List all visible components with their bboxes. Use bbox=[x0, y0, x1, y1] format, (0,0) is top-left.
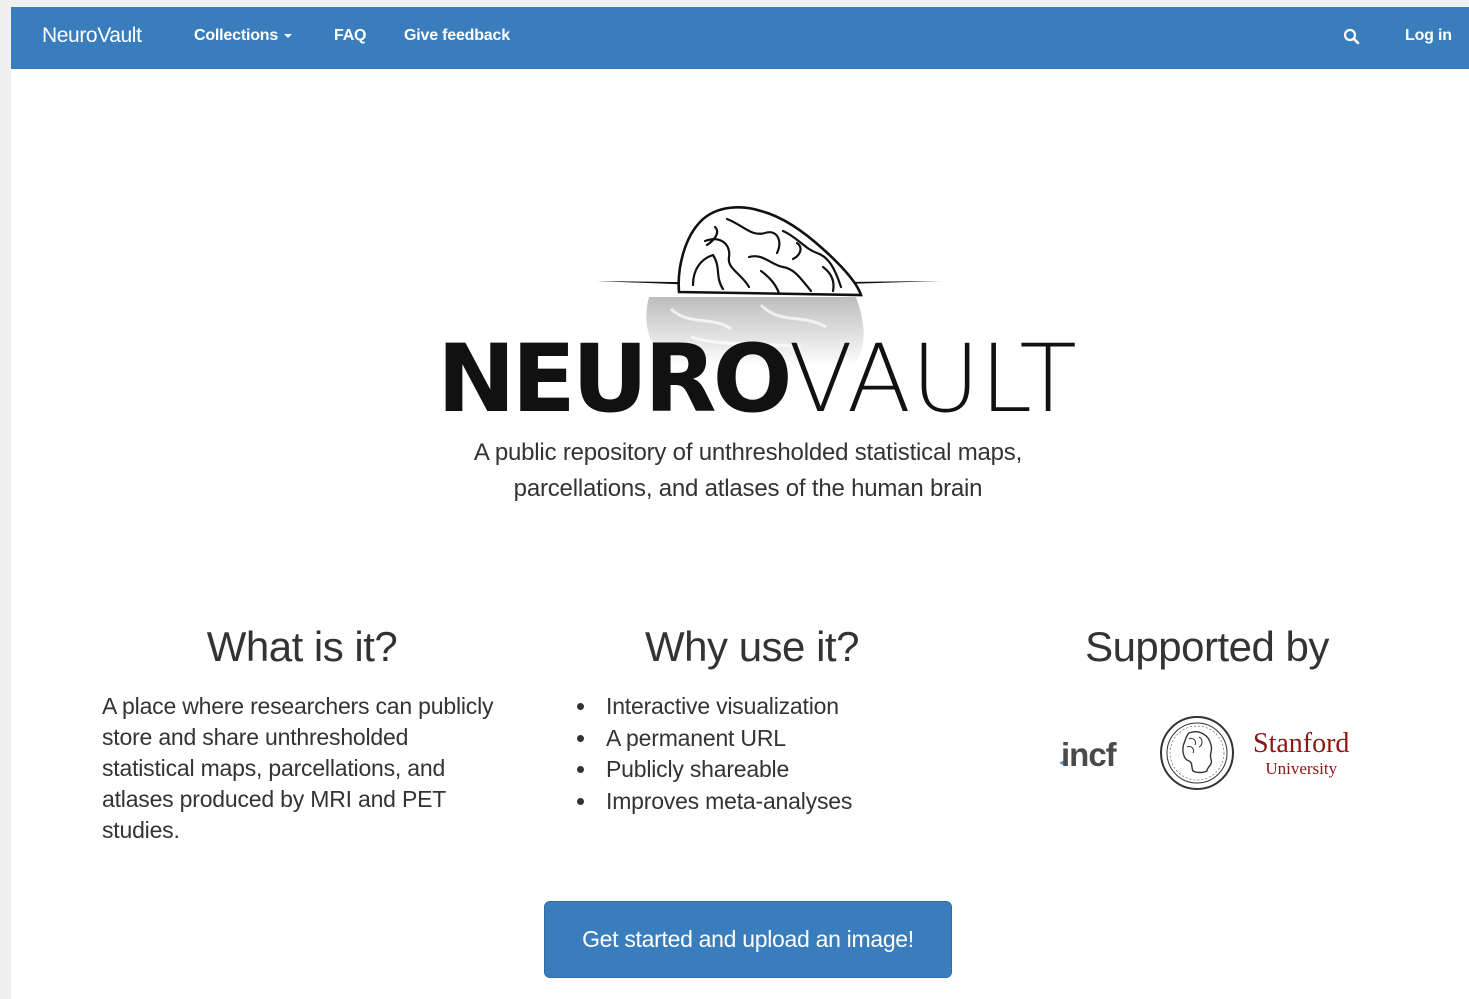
list-item: Publicly shareable bbox=[577, 754, 852, 786]
list-item: A permanent URL bbox=[577, 723, 852, 755]
nav-collections-label: Collections bbox=[194, 27, 279, 44]
navbar: NeuroVault Collections FAQ Give feedback… bbox=[11, 7, 1469, 69]
supported-heading: Supported by bbox=[1085, 623, 1329, 670]
stanford-logo[interactable]: Stanford University bbox=[1253, 729, 1349, 779]
what-heading: What is it? bbox=[206, 623, 398, 670]
list-item: Interactive visualization bbox=[577, 691, 852, 723]
why-list: Interactive visualization A permanent UR… bbox=[577, 691, 852, 817]
page: NeuroVault Collections FAQ Give feedback… bbox=[11, 7, 1469, 999]
get-started-button[interactable]: Get started and upload an image! bbox=[544, 901, 952, 978]
stanford-university: University bbox=[1265, 759, 1338, 778]
login-link[interactable]: Log in bbox=[1405, 7, 1452, 69]
nav-faq-link[interactable]: FAQ bbox=[334, 7, 366, 69]
sponsor-logos: ◂ incf Stanford University bbox=[1059, 715, 1371, 795]
list-item: Improves meta-analyses bbox=[577, 786, 852, 818]
neurovault-wordmark: NEUROVAULT bbox=[437, 325, 1077, 435]
wordmark-thin: VAULT bbox=[788, 325, 1077, 434]
tagline-line-2: parcellations, and atlases of the human … bbox=[513, 475, 983, 502]
nav-collections-dropdown[interactable]: Collections bbox=[194, 7, 293, 69]
stanford-name: Stanford bbox=[1253, 728, 1350, 759]
incf-logo[interactable]: incf bbox=[1061, 736, 1117, 774]
what-description: A place where researchers can publicly s… bbox=[102, 693, 494, 843]
caret-down-icon bbox=[284, 33, 293, 38]
tagline: A public repository of unthresholded sta… bbox=[391, 435, 1105, 507]
wordmark-bold: NEURO bbox=[437, 325, 793, 434]
why-heading: Why use it? bbox=[645, 623, 859, 670]
max-planck-logo[interactable] bbox=[1159, 715, 1235, 791]
search-icon[interactable] bbox=[1341, 26, 1363, 48]
tagline-line-1: A public repository of unthresholded sta… bbox=[473, 439, 1023, 466]
brand-link[interactable]: NeuroVault bbox=[42, 7, 142, 69]
nav-feedback-link[interactable]: Give feedback bbox=[404, 7, 510, 69]
